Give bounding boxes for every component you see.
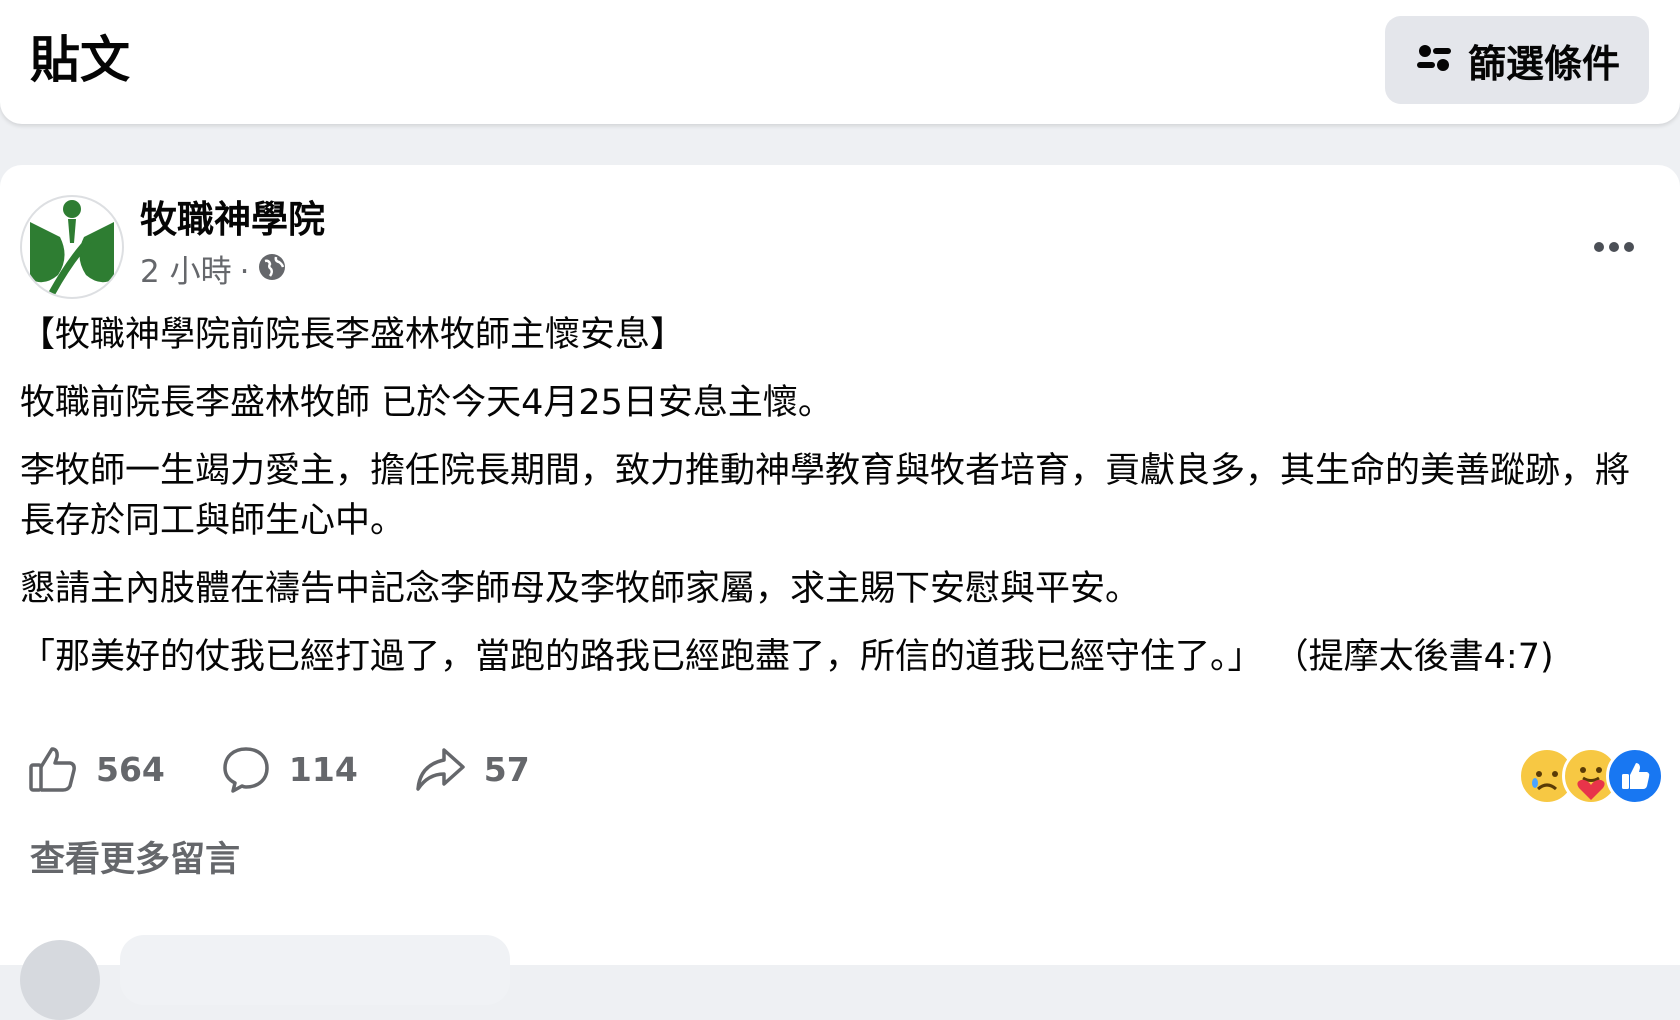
- like-count: 564: [96, 749, 165, 789]
- post-card: 牧職神學院 2 小時 · 【牧職神學院前院長李盛林牧師主懷安息】 牧職前院長李盛…: [0, 165, 1680, 1020]
- commenter-avatar[interactable]: [20, 940, 100, 1020]
- view-more-comments-link[interactable]: 查看更多留言: [30, 835, 240, 885]
- page-title: 貼文: [30, 31, 130, 89]
- share-count: 57: [483, 749, 530, 789]
- comment-bubble-icon: [223, 747, 269, 793]
- meta-separator: ·: [239, 254, 250, 290]
- sliders-icon: [1414, 42, 1454, 78]
- globe-icon: [257, 250, 287, 294]
- post-paragraph: 李牧師一生竭力愛主，擔任院長期間，致力推動神學教育與牧者培育，貢獻良多，其生命的…: [20, 451, 1631, 541]
- post-paragraph-heading: 【牧職神學院前院長李盛林牧師主懷安息】: [20, 315, 686, 355]
- post-time[interactable]: 2 小時: [140, 250, 232, 294]
- comment-button[interactable]: 114: [221, 745, 358, 793]
- share-arrow-icon: [416, 748, 465, 791]
- filter-label: 篩選條件: [1467, 41, 1620, 86]
- page-name[interactable]: 牧職神學院: [140, 195, 325, 245]
- post-paragraph: 牧職前院長李盛林牧師 已於今天4月25日安息主懷。: [20, 383, 833, 423]
- top-header: 貼文 篩選條件: [0, 0, 1680, 124]
- share-button[interactable]: 57: [414, 745, 530, 793]
- comment-count: 114: [288, 749, 358, 789]
- like-reaction-icon: [1606, 747, 1664, 805]
- thumbs-up-icon: [29, 747, 76, 792]
- more-options-button[interactable]: [1582, 215, 1646, 279]
- post-meta: 2 小時 ·: [140, 250, 287, 294]
- post-paragraph-scripture: 「那美好的仗我已經打過了，當跑的路我已經跑盡了，所信的道我已經守住了。」 （提摩…: [20, 637, 1554, 677]
- reaction-summary[interactable]: [1518, 747, 1664, 807]
- post-actions: 564 114 57: [28, 745, 586, 793]
- filter-button[interactable]: 篩選條件: [1385, 16, 1649, 104]
- post-paragraph: 懇請主內肢體在禱告中記念李師母及李牧師家屬，求主賜下安慰與平安。: [20, 569, 1141, 609]
- seminary-logo-icon: [30, 200, 114, 295]
- ellipsis-icon: [1594, 242, 1634, 252]
- post-body: 【牧職神學院前院長李盛林牧師主懷安息】 牧職前院長李盛林牧師 已於今天4月25日…: [20, 310, 1650, 700]
- like-button[interactable]: 564: [28, 745, 165, 793]
- page-avatar[interactable]: [20, 195, 124, 299]
